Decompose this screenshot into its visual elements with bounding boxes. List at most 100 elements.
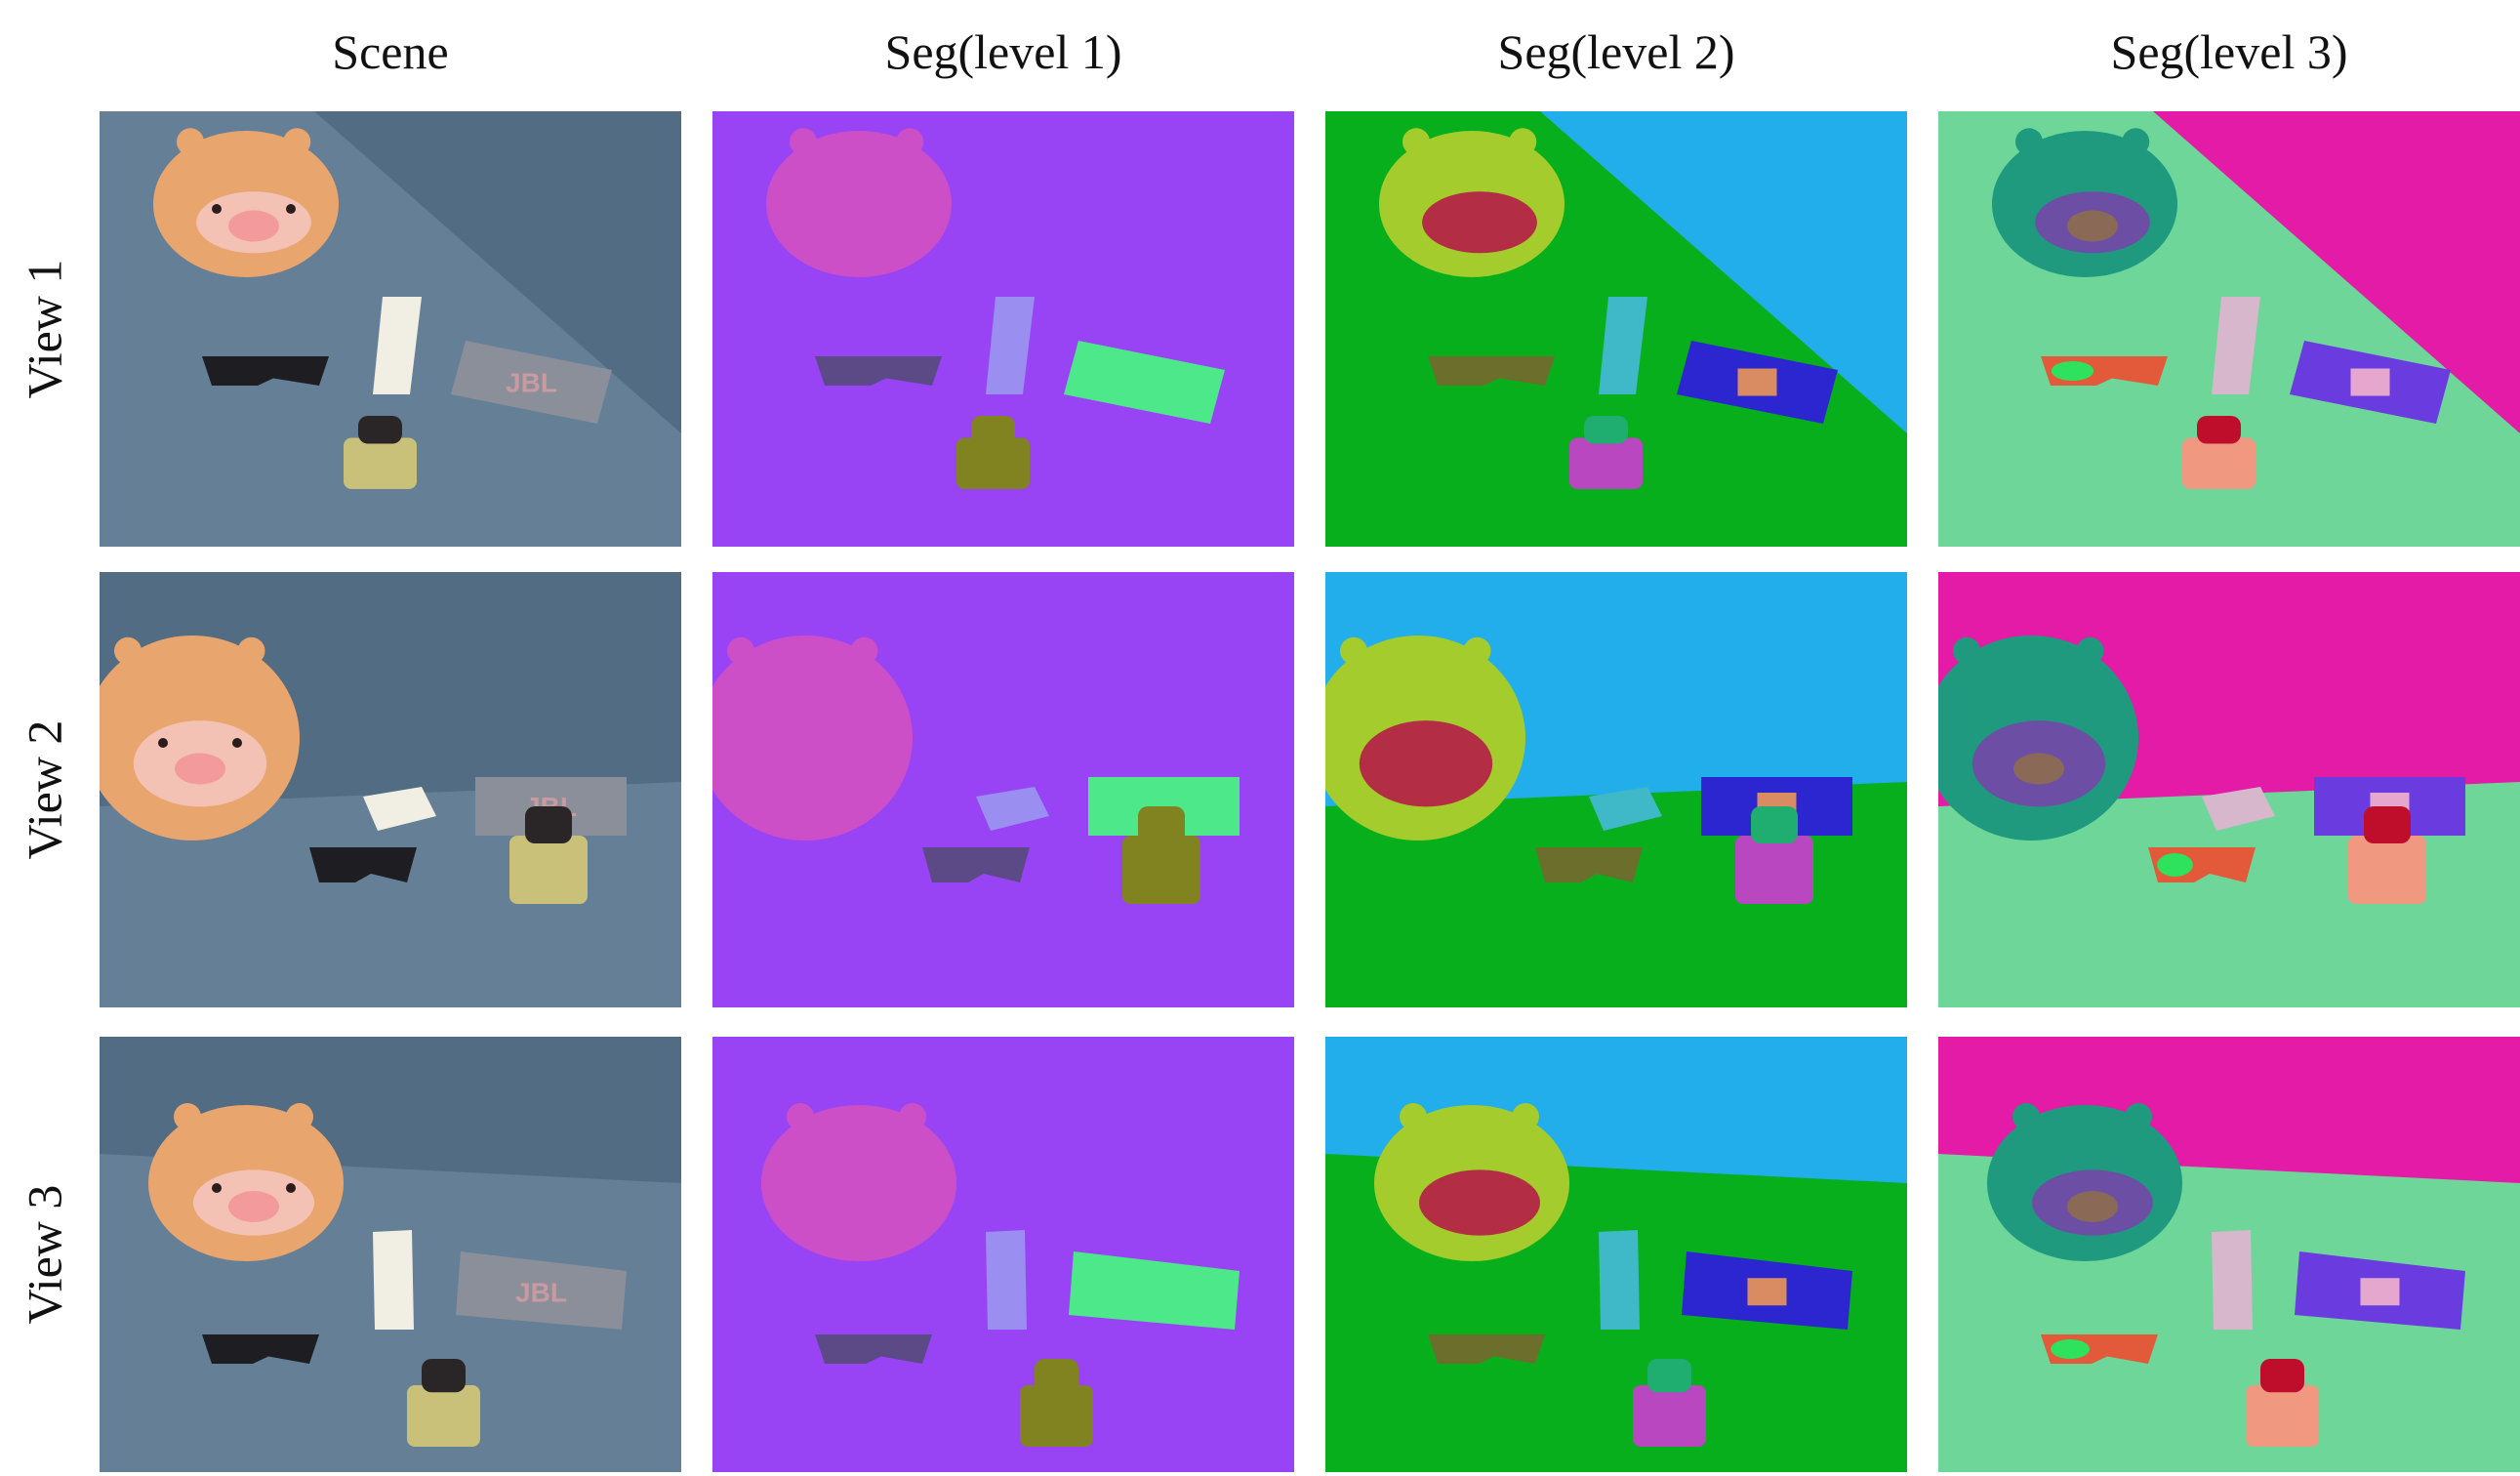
plush-ear-right (1512, 1103, 1539, 1130)
scene-photo-view-2: JBL (100, 572, 681, 1007)
perfume-bottle-cap (422, 1359, 466, 1393)
perfume-bottle (1735, 836, 1813, 904)
speaker-logo-region (1747, 1278, 1787, 1306)
plush-eye-right (286, 1183, 296, 1193)
plush-eye-left (158, 738, 168, 748)
plush-ear-left (1953, 636, 1980, 665)
plush-eye-right (286, 204, 296, 214)
perfume-bottle (509, 836, 588, 904)
plush-ear-left (1402, 128, 1430, 156)
plush-face (1359, 720, 1493, 807)
plush-toy (766, 131, 952, 277)
glasses (202, 356, 329, 386)
plush-ear-left (787, 1103, 814, 1130)
remote-control (1599, 1230, 1640, 1330)
plush-ear-right (896, 128, 924, 156)
column-header-seg-level-2: Seg(level 2) (1497, 24, 1735, 79)
plush-toy (761, 1105, 956, 1261)
plush-ear-left (174, 1103, 201, 1130)
remote-control (986, 1230, 1027, 1330)
glasses (1535, 847, 1643, 882)
perfume-bottle (344, 437, 417, 489)
perfume-bottle (1020, 1385, 1093, 1447)
column-header-scene: Scene (332, 24, 449, 79)
plush-ear-right (850, 636, 878, 665)
glasses (1428, 1334, 1545, 1364)
row-header-view-1: View 1 (0, 111, 88, 547)
glasses (815, 1334, 932, 1364)
segmentation-level-2-view-1 (1325, 111, 1907, 547)
plush-eye-left (212, 204, 222, 214)
plush-ear-right (899, 1103, 926, 1130)
plush-ear-right (2125, 1103, 2152, 1130)
plush-ear-right (2122, 128, 2150, 156)
plush-snout (2067, 210, 2118, 242)
column-header-seg-level-1: Seg(level 1) (884, 24, 1122, 79)
glasses-lens-left (2157, 853, 2193, 877)
segmentation-level-1-view-3 (712, 1037, 1294, 1472)
perfume-bottle (1633, 1385, 1706, 1447)
perfume-bottle (407, 1385, 480, 1447)
glasses (815, 356, 942, 386)
glasses (202, 1334, 319, 1364)
segmentation-level-3-view-1 (1938, 111, 2520, 547)
perfume-bottle-cap (2364, 806, 2411, 843)
remote-control (2212, 1230, 2253, 1330)
glasses (922, 847, 1030, 882)
perfume-bottle-cap (2197, 416, 2241, 444)
plush-snout (228, 210, 279, 242)
perfume-bottle (956, 437, 1030, 489)
row-label: View 1 (17, 259, 71, 399)
row-label: View 2 (17, 719, 71, 860)
glasses-lens-left (2051, 1339, 2090, 1359)
perfume-bottle-cap (971, 416, 1015, 444)
speaker-logo-region (1737, 368, 1777, 396)
perfume-bottle-cap (2260, 1359, 2304, 1393)
plush-snout (2067, 1191, 2118, 1222)
perfume-bottle-cap (1647, 1359, 1691, 1393)
remote-control (373, 1230, 414, 1330)
speaker-logo-region (2350, 368, 2390, 396)
glasses (309, 847, 417, 882)
perfume-bottle-cap (1751, 806, 1798, 843)
plush-face (1419, 1169, 1540, 1236)
plush-ear-left (1400, 1103, 1427, 1130)
segmentation-level-3-view-3 (1938, 1037, 2520, 1472)
plush-ear-right (286, 1103, 313, 1130)
plush-snout (228, 1191, 279, 1222)
perfume-bottle (2246, 1385, 2319, 1447)
plush-ear-left (727, 636, 754, 665)
plush-ear-right (1509, 128, 1537, 156)
plush-ear-right (1463, 636, 1491, 665)
perfume-bottle-cap (1584, 416, 1628, 444)
plush-ear-left (177, 128, 204, 156)
segmentation-level-3-view-2 (1938, 572, 2520, 1007)
plush-ear-left (790, 128, 817, 156)
perfume-bottle (1569, 437, 1643, 489)
segmentation-level-2-view-3 (1325, 1037, 1907, 1472)
perfume-bottle (1122, 836, 1200, 904)
perfume-bottle (2348, 836, 2426, 904)
plush-snout (2013, 753, 2064, 785)
plush-snout (175, 753, 225, 785)
segmentation-level-1-view-1 (712, 111, 1294, 547)
glasses-lens-left (2051, 361, 2094, 381)
perfume-bottle-cap (525, 806, 572, 843)
plush-ear-right (2076, 636, 2104, 665)
perfume-bottle-cap (358, 416, 402, 444)
glasses (1428, 356, 1555, 386)
plush-ear-left (114, 636, 142, 665)
plush-ear-right (283, 128, 311, 156)
speaker-logo-text: JBL (506, 368, 557, 398)
speaker-logo-text: JBL (515, 1277, 567, 1307)
plush-ear-left (2012, 1103, 2040, 1130)
segmentation-level-2-view-2 (1325, 572, 1907, 1007)
plush-ear-left (1340, 636, 1367, 665)
perfume-bottle-cap (1138, 806, 1185, 843)
plush-ear-right (237, 636, 265, 665)
row-header-view-2: View 2 (0, 572, 88, 1007)
plush-face (1422, 191, 1537, 254)
segmentation-level-1-view-2 (712, 572, 1294, 1007)
row-label: View 3 (17, 1184, 71, 1325)
row-header-view-3: View 3 (0, 1037, 88, 1472)
